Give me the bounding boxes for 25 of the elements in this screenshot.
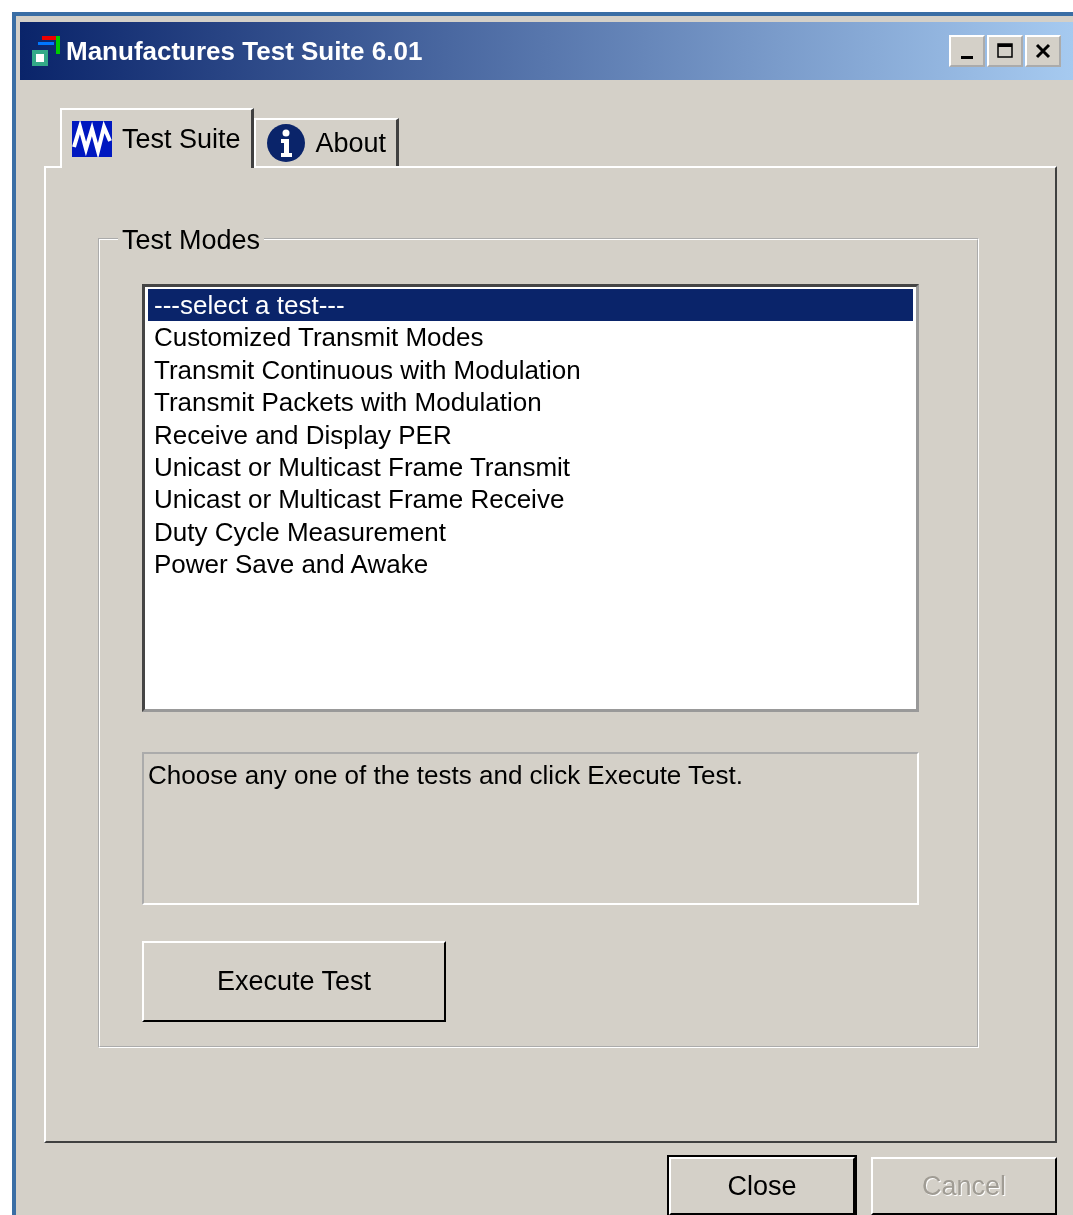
list-item[interactable]: Duty Cycle Measurement — [148, 515, 913, 549]
execute-test-button[interactable]: Execute Test — [142, 941, 446, 1022]
list-item[interactable]: Transmit Packets with Modulation — [148, 386, 913, 419]
info-icon — [265, 123, 306, 163]
minimize-icon — [961, 55, 973, 59]
maximize-button[interactable] — [987, 35, 1023, 67]
tab[interactable]: About — [253, 118, 400, 166]
list-item[interactable]: Power Save and Awake — [148, 548, 913, 581]
close-button[interactable] — [1025, 35, 1061, 67]
waveform-icon — [72, 121, 112, 157]
window-title: Manufactures Test Suite 6.01 — [66, 34, 423, 68]
description-text: Choose any one of the tests and click Execute Test. — [142, 752, 919, 905]
list-item[interactable]: Unicast or Multicast Frame Transmit — [148, 451, 913, 484]
list-item[interactable]: Customized Transmit Modes — [148, 321, 913, 354]
test-list[interactable] — [142, 284, 919, 712]
app-icon — [32, 36, 60, 66]
list-item[interactable]: ---select a test--- — [148, 289, 913, 322]
close-icon — [1034, 42, 1052, 60]
minimize-button[interactable] — [949, 35, 985, 67]
dialog-button[interactable]: Close — [669, 1157, 855, 1215]
list-item[interactable]: Unicast or Multicast Frame Receive — [148, 483, 913, 516]
tab[interactable]: Test Suite — [60, 108, 254, 168]
list-item[interactable]: Receive and Display PER — [148, 418, 913, 452]
list-item[interactable]: Transmit Continuous with Modulation — [148, 353, 913, 387]
maximize-icon — [996, 42, 1014, 60]
